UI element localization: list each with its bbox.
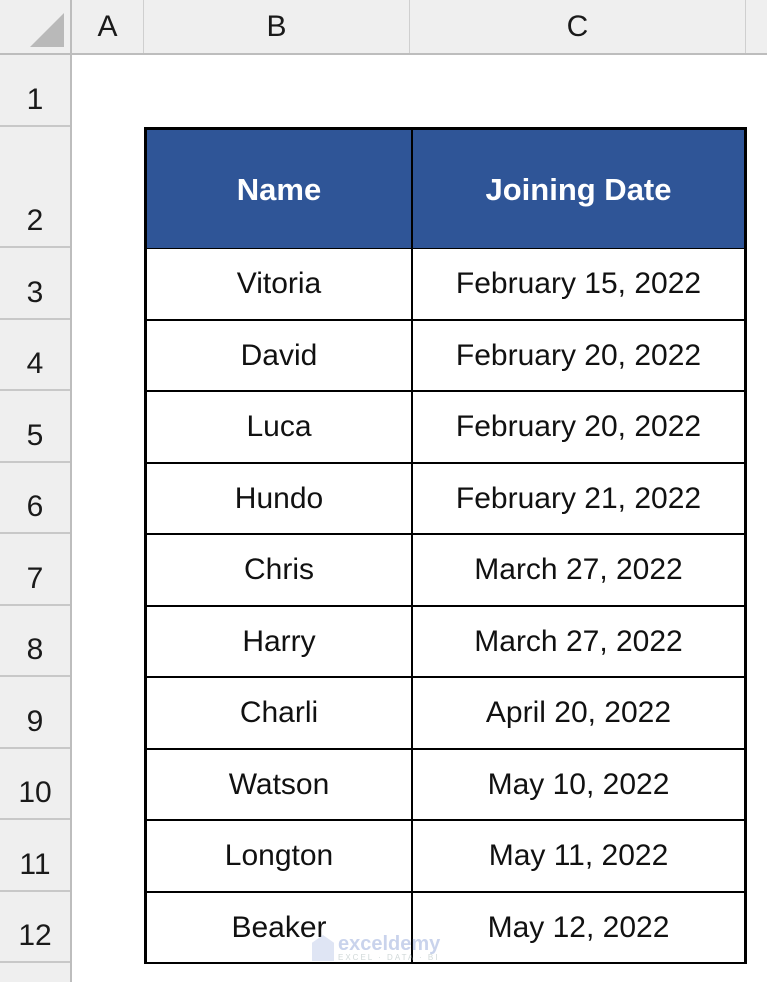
cell-name[interactable]: Chris bbox=[146, 534, 412, 606]
row-header-4[interactable]: 4 bbox=[0, 320, 70, 391]
row-header-6[interactable]: 6 bbox=[0, 463, 70, 534]
row-header-2[interactable]: 2 bbox=[0, 127, 70, 248]
column-header-a[interactable]: A bbox=[72, 0, 144, 53]
cell-name[interactable]: Beaker bbox=[146, 892, 412, 963]
cell-name[interactable]: David bbox=[146, 320, 412, 391]
cell-joining-date[interactable]: February 20, 2022 bbox=[412, 391, 745, 463]
data-table: Name Joining Date Vitoria February 15, 20… bbox=[144, 127, 747, 964]
row-header-10[interactable]: 10 bbox=[0, 749, 70, 820]
cell-name[interactable]: Charli bbox=[146, 677, 412, 749]
cell-joining-date[interactable]: May 10, 2022 bbox=[412, 749, 745, 820]
cell-joining-date[interactable]: February 20, 2022 bbox=[412, 320, 745, 391]
row-header-13-partial[interactable] bbox=[0, 963, 70, 982]
select-all-triangle-icon bbox=[30, 13, 64, 47]
cell-name[interactable]: Vitoria bbox=[146, 248, 412, 320]
row-header-8[interactable]: 8 bbox=[0, 606, 70, 677]
cell-name[interactable]: Hundo bbox=[146, 463, 412, 534]
cell-name[interactable]: Watson bbox=[146, 749, 412, 820]
column-header-d-partial[interactable] bbox=[746, 0, 767, 53]
row-header-1[interactable]: 1 bbox=[0, 55, 70, 127]
row-header-11[interactable]: 11 bbox=[0, 820, 70, 892]
cell-joining-date[interactable]: May 11, 2022 bbox=[412, 820, 745, 892]
row-header-5[interactable]: 5 bbox=[0, 391, 70, 463]
cell-joining-date[interactable]: February 15, 2022 bbox=[412, 248, 745, 320]
row-header-7[interactable]: 7 bbox=[0, 534, 70, 606]
select-all-button[interactable] bbox=[0, 0, 72, 53]
row-header-3[interactable]: 3 bbox=[0, 248, 70, 320]
cell-joining-date[interactable]: February 21, 2022 bbox=[412, 463, 745, 534]
column-header-c[interactable]: C bbox=[410, 0, 746, 53]
row-header-12[interactable]: 12 bbox=[0, 892, 70, 963]
cell-name[interactable]: Longton bbox=[146, 820, 412, 892]
row-header-9[interactable]: 9 bbox=[0, 677, 70, 749]
cell-joining-date[interactable]: April 20, 2022 bbox=[412, 677, 745, 749]
header-name[interactable]: Name bbox=[146, 129, 412, 250]
cell-joining-date[interactable]: March 27, 2022 bbox=[412, 534, 745, 606]
cell-joining-date[interactable]: May 12, 2022 bbox=[412, 892, 745, 963]
cell-name[interactable]: Harry bbox=[146, 606, 412, 677]
cell-name[interactable]: Luca bbox=[146, 391, 412, 463]
header-joining-date[interactable]: Joining Date bbox=[412, 129, 745, 250]
cell-joining-date[interactable]: March 27, 2022 bbox=[412, 606, 745, 677]
column-header-b[interactable]: B bbox=[144, 0, 410, 53]
